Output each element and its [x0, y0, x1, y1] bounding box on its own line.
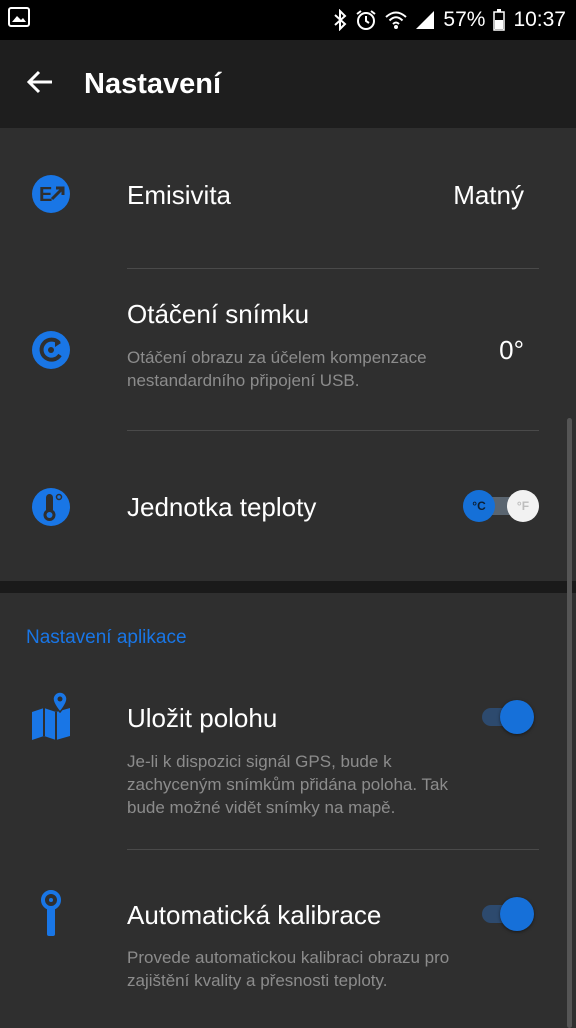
rotate-icon	[30, 329, 72, 371]
signal-icon	[415, 10, 435, 30]
rotation-title: Otáčení snímku	[127, 299, 310, 329]
section-divider	[0, 581, 576, 593]
emissivity-icon: E	[30, 173, 72, 215]
scrollbar[interactable]	[567, 418, 572, 1028]
battery-percent: 57%	[443, 8, 486, 31]
back-button[interactable]	[0, 40, 80, 128]
battery-icon	[493, 9, 506, 31]
setting-save-location[interactable]: Uložit polohu Je-li k dispozici signál G…	[0, 668, 576, 849]
settings-list: E Emisivita Matný Otáčení snímku Otáčení…	[0, 128, 576, 1028]
arrow-left-icon	[26, 69, 54, 100]
clock: 10:37	[513, 8, 566, 31]
save-location-title: Uložit polohu	[127, 703, 278, 733]
map-pin-icon	[30, 690, 74, 742]
app-bar: Nastavení	[0, 40, 576, 128]
rotation-subtitle: Otáčení obrazu za účelem kompenzace nest…	[127, 348, 427, 390]
temp-unit-title: Jednotka teploty	[127, 492, 317, 522]
emissivity-value: Matný	[453, 180, 524, 210]
setting-rotation[interactable]: Otáčení snímku Otáčení obrazu za účelem …	[0, 269, 576, 430]
auto-calibration-toggle[interactable]	[480, 897, 536, 931]
page-title: Nastavení	[84, 67, 222, 100]
toggle-knob	[500, 700, 534, 734]
thermometer-icon	[30, 486, 72, 528]
auto-calibration-title: Automatická kalibrace	[127, 900, 382, 930]
emissivity-title: Emisivita	[127, 180, 232, 210]
setting-emissivity[interactable]: E Emisivita Matný	[0, 128, 576, 268]
setting-auto-calibration[interactable]: Automatická kalibrace Provede automatick…	[0, 850, 576, 1024]
celsius-knob[interactable]: °C	[463, 490, 495, 522]
alarm-icon	[355, 9, 377, 31]
wifi-icon	[385, 10, 408, 30]
svg-text:E: E	[39, 184, 52, 206]
setting-temp-unit[interactable]: Jednotka teploty °C °F	[0, 431, 576, 581]
fahrenheit-knob[interactable]: °F	[507, 490, 539, 522]
auto-calibration-subtitle: Provede automatickou kalibraci obrazu pr…	[127, 948, 450, 990]
toggle-knob	[500, 897, 534, 931]
image-icon	[8, 7, 30, 33]
save-location-subtitle: Je-li k dispozici signál GPS, bude k zac…	[127, 752, 448, 817]
save-location-toggle[interactable]	[480, 700, 536, 734]
bluetooth-icon	[333, 9, 347, 31]
temp-unit-switch[interactable]: °C °F	[463, 490, 539, 522]
section-header-app: Nastavení aplikace	[26, 627, 187, 648]
calibration-icon	[36, 890, 66, 942]
rotation-value: 0°	[499, 335, 524, 365]
status-bar: 57% 10:37	[0, 0, 576, 40]
